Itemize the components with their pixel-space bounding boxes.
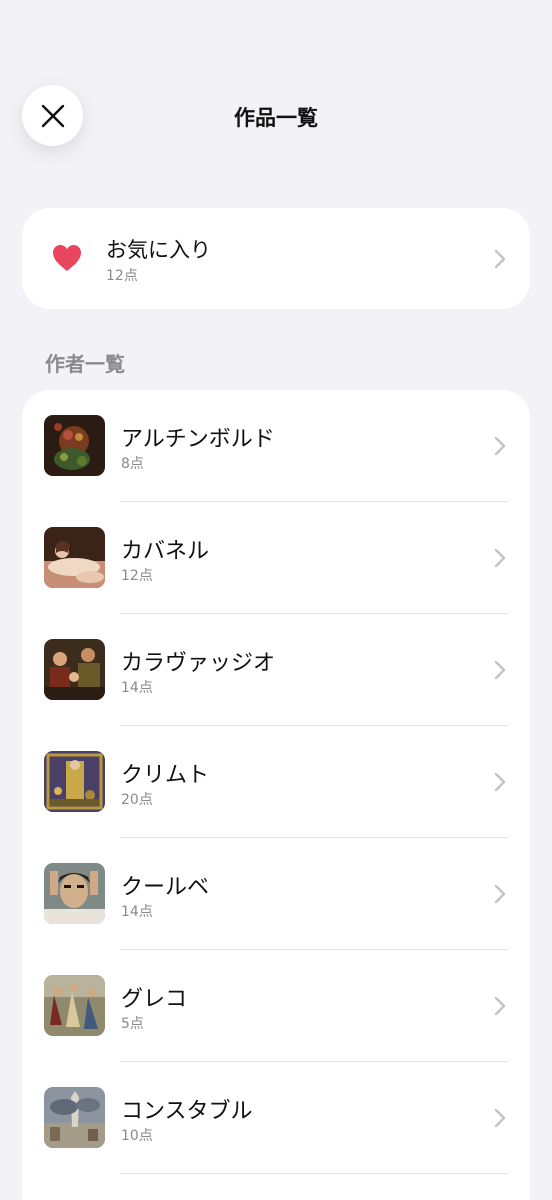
artwork-count: 8点: [121, 456, 144, 472]
artist-row-constable[interactable]: コンスタブル 10点: [22, 1062, 530, 1174]
artist-row-klimt[interactable]: クリムト 20点: [22, 726, 530, 838]
page-title: 作品一覧: [234, 106, 318, 130]
favorites-row[interactable]: お気に入り 12点: [22, 208, 530, 309]
artist-row-greco[interactable]: グレコ 5点: [22, 950, 530, 1062]
artist-name: アルチンボルド: [121, 427, 275, 452]
artist-list: アルチンボルド 8点 カバネル 12点 カラヴァッジオ 14点 クリムト 20点…: [22, 390, 530, 1200]
artist-name: コンスタブル: [121, 1099, 253, 1124]
artwork-thumbnail: [44, 863, 105, 924]
artwork-count: 14点: [121, 904, 153, 920]
screen: 作品一覧 お気に入り 12点 作者一覧 アルチンボルド 8点 カバネル 12点 …: [0, 0, 552, 1200]
artwork-thumbnail: [44, 415, 105, 476]
artwork-count: 14点: [121, 680, 153, 696]
favorites-label: お気に入り: [106, 238, 211, 262]
artist-name: カラヴァッジオ: [121, 651, 276, 676]
artwork-thumbnail: [44, 1087, 105, 1148]
artwork-thumbnail: [44, 751, 105, 812]
artwork-thumbnail: [44, 975, 105, 1036]
artist-name: カバネル: [121, 539, 210, 564]
chevron-right-icon: [494, 996, 506, 1016]
artist-name: クールベ: [121, 875, 210, 900]
chevron-right-icon: [494, 1108, 506, 1128]
chevron-right-icon: [494, 660, 506, 680]
artists-section-header: 作者一覧: [45, 352, 125, 376]
artwork-count: 12点: [121, 568, 153, 584]
artist-row-caravaggio[interactable]: カラヴァッジオ 14点: [22, 614, 530, 726]
chevron-right-icon: [494, 249, 506, 269]
artwork-count: 5点: [121, 1016, 144, 1032]
artwork-count: 20点: [121, 792, 153, 808]
chevron-right-icon: [494, 884, 506, 904]
row-divider: [121, 1173, 508, 1174]
heart-icon: [53, 245, 81, 271]
chevron-right-icon: [494, 548, 506, 568]
artwork-count: 10点: [121, 1128, 153, 1144]
chevron-right-icon: [494, 772, 506, 792]
artwork-thumbnail: [44, 527, 105, 588]
chevron-right-icon: [494, 436, 506, 456]
favorites-count: 12点: [106, 268, 138, 284]
artist-name: クリムト: [121, 763, 210, 788]
artist-row-arcimboldo[interactable]: アルチンボルド 8点: [22, 390, 530, 502]
artist-name: グレコ: [121, 987, 188, 1012]
artwork-thumbnail: [44, 639, 105, 700]
artist-row-cabanel[interactable]: カバネル 12点: [22, 502, 530, 614]
artist-row-courbet[interactable]: クールベ 14点: [22, 838, 530, 950]
